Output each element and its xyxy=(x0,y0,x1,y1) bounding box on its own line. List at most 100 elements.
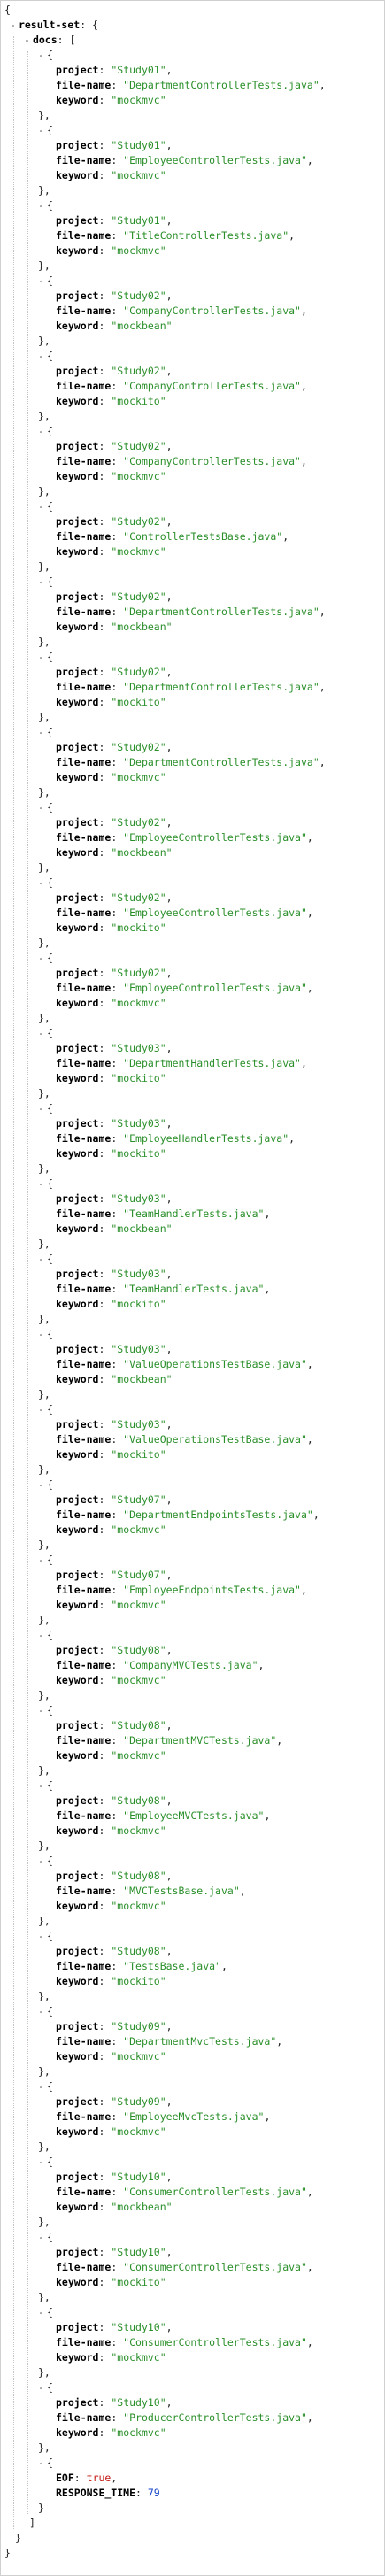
collapse-doc-toggle[interactable]: - xyxy=(38,1478,44,1491)
collapse-doc-toggle[interactable]: - xyxy=(38,726,44,738)
colon: : xyxy=(98,2095,112,2108)
collapse-doc-toggle[interactable]: - xyxy=(38,1102,44,1114)
quote: " xyxy=(166,846,173,859)
collapse-doc-toggle[interactable]: - xyxy=(38,575,44,588)
json-value: Study03 xyxy=(117,1418,160,1431)
comma: , xyxy=(166,1418,173,1431)
close-brace: }, xyxy=(38,109,50,121)
quote: " xyxy=(166,320,173,332)
collapse-doc-toggle[interactable]: - xyxy=(38,2381,44,2394)
close-brace: }, xyxy=(38,1539,50,1551)
colon: : xyxy=(98,1794,112,1807)
doc-object-close: }, xyxy=(38,1989,50,2004)
doc-project: project: "Study01", xyxy=(56,213,173,228)
doc-file-name: file-name: "TeamHandlerTests.java", xyxy=(56,1207,270,1222)
collapse-doc-toggle[interactable]: - xyxy=(38,1253,44,1265)
quote: " xyxy=(166,1373,173,1385)
collapse-doc-toggle[interactable]: - xyxy=(38,1027,44,1039)
collapse-doc-toggle[interactable]: - xyxy=(38,1629,44,1641)
comma: , xyxy=(166,289,173,302)
doc-object-close: }, xyxy=(38,1387,50,1402)
collapse-doc-toggle[interactable]: - xyxy=(38,651,44,663)
colon: : xyxy=(98,1523,112,1536)
collapse-doc-toggle[interactable]: - xyxy=(38,1554,44,1566)
doc-object-open: -{ xyxy=(38,1101,53,1116)
json-key: file-name xyxy=(56,1433,112,1446)
collapse-doc-toggle[interactable]: - xyxy=(38,425,44,437)
doc-keyword: keyword: "mockmvc" xyxy=(56,1899,166,1914)
collapse-doc-toggle[interactable]: - xyxy=(38,1328,44,1340)
quote: " xyxy=(159,1147,166,1160)
collapse-doc-toggle[interactable]: - xyxy=(38,199,44,212)
docs-close-bracket: ] xyxy=(29,2516,35,2531)
quote: " xyxy=(159,1268,166,1280)
json-key: file-name xyxy=(56,2336,112,2348)
json-value: mockmvc xyxy=(117,2426,160,2439)
collapse-docs-toggle[interactable]: - xyxy=(24,34,30,46)
colon: : xyxy=(98,244,112,257)
open-brace: { xyxy=(46,2456,53,2469)
quote: " xyxy=(159,440,166,452)
collapse-doc-toggle[interactable]: - xyxy=(38,1177,44,1190)
collapse-footer-toggle[interactable]: - xyxy=(38,2456,44,2469)
doc-object-close: }, xyxy=(38,1839,50,1854)
collapse-doc-toggle[interactable]: - xyxy=(38,2231,44,2243)
doc-project: project: "Study07", xyxy=(56,1492,173,1508)
doc-object-open: -{ xyxy=(38,2380,53,2395)
quote: " xyxy=(159,2050,166,2063)
collapse-result-set-toggle[interactable]: - xyxy=(10,19,16,31)
colon: : xyxy=(111,1809,124,1822)
collapse-doc-toggle[interactable]: - xyxy=(38,2005,44,2017)
close-brace: }, xyxy=(38,2441,50,2454)
open-brace: { xyxy=(46,2306,53,2318)
doc-keyword: keyword: "mockmvc" xyxy=(56,996,166,1011)
colon: : xyxy=(98,139,112,151)
collapse-doc-toggle[interactable]: - xyxy=(38,1930,44,1942)
collapse-doc-toggle[interactable]: - xyxy=(38,801,44,814)
json-value: mockbean xyxy=(117,621,166,633)
collapse-doc-toggle[interactable]: - xyxy=(38,49,44,61)
doc-object-close: }, xyxy=(38,2064,50,2079)
collapse-doc-toggle[interactable]: - xyxy=(38,2156,44,2168)
colon: : xyxy=(98,967,112,979)
collapse-doc-toggle[interactable]: - xyxy=(38,124,44,136)
json-key: file-name xyxy=(56,154,112,166)
open-brace: { xyxy=(46,2231,53,2243)
open-brace: { xyxy=(46,2080,53,2093)
json-key: keyword xyxy=(56,2351,99,2364)
json-value: mockmvc xyxy=(117,2050,160,2063)
json-value: mockbean xyxy=(117,1373,166,1385)
comma: , xyxy=(166,2246,173,2258)
quote: " xyxy=(159,1945,166,1957)
collapse-doc-toggle[interactable]: - xyxy=(38,952,44,964)
collapse-doc-toggle[interactable]: - xyxy=(38,350,44,362)
comma: , xyxy=(306,1358,313,1370)
json-key: keyword xyxy=(56,2125,99,2138)
close-brace: }, xyxy=(38,1614,50,1626)
json-key: file-name xyxy=(56,2186,112,2198)
open-brace: { xyxy=(46,1478,53,1491)
quote: " xyxy=(159,967,166,979)
colon: : xyxy=(98,1749,112,1762)
collapse-doc-toggle[interactable]: - xyxy=(38,1704,44,1716)
collapse-doc-toggle[interactable]: - xyxy=(38,1855,44,1867)
collapse-doc-toggle[interactable]: - xyxy=(38,1779,44,1792)
comma: , xyxy=(264,2110,271,2123)
json-key: file-name xyxy=(56,2261,112,2273)
doc-object-open: -{ xyxy=(38,2155,53,2170)
collapse-doc-toggle[interactable]: - xyxy=(38,1403,44,1415)
close-brace: }, xyxy=(38,1162,50,1175)
collapse-doc-toggle[interactable]: - xyxy=(38,500,44,513)
doc-file-name: file-name: "DepartmentControllerTests.ja… xyxy=(56,680,326,695)
json-key: file-name xyxy=(56,229,112,242)
colon: : xyxy=(98,64,112,76)
collapse-doc-toggle[interactable]: - xyxy=(38,2080,44,2093)
json-value: Study08 xyxy=(117,1719,160,1731)
collapse-doc-toggle[interactable]: - xyxy=(38,274,44,287)
close-brace: }, xyxy=(38,184,50,197)
doc-project: project: "Study03", xyxy=(56,1342,173,1357)
quote: " xyxy=(300,2186,307,2198)
collapse-doc-toggle[interactable]: - xyxy=(38,2306,44,2318)
quote: " xyxy=(159,1719,166,1731)
collapse-doc-toggle[interactable]: - xyxy=(38,876,44,889)
